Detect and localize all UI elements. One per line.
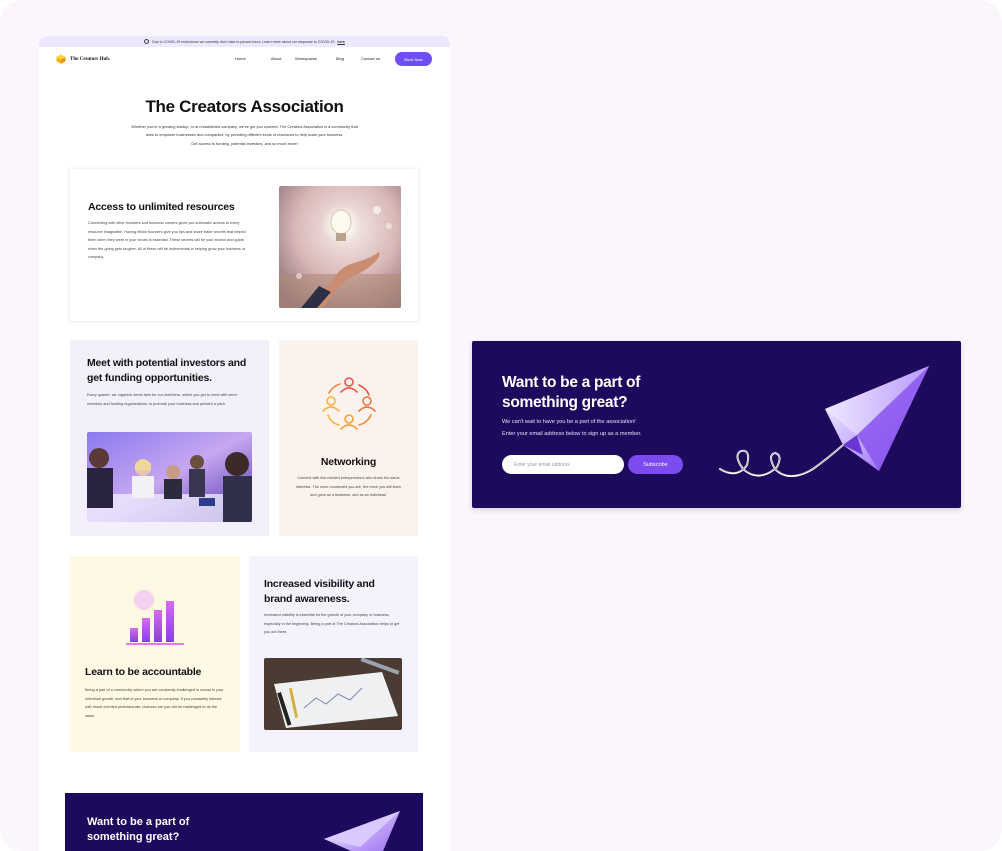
resources-card: Access to unlimited resources Connecting… — [70, 169, 418, 321]
hero-subtitle: Whether you're a growing startup, or an … — [99, 123, 390, 148]
visibility-title: Increased visibility and brand awareness… — [264, 578, 375, 605]
meeting-photo — [87, 432, 252, 522]
hero-title: The Creators Association — [145, 97, 344, 116]
nav-links: Home About Workspaces Blog Contact us — [235, 56, 395, 61]
resources-body: Connecting with other founders and busin… — [88, 221, 246, 260]
accountable-body: Being a part of a community where you ar… — [85, 688, 224, 718]
accountable-card: Learn to be accountable Being a part of … — [70, 556, 240, 752]
subscribe-button[interactable]: Subscribe — [628, 455, 683, 474]
cta-preview-title: Want to be a part of something great? — [87, 816, 190, 843]
networking-title: Networking — [320, 456, 377, 468]
nav-home[interactable]: Home — [235, 56, 271, 61]
brand-name: The Creators Hub. — [70, 56, 111, 62]
networking-body: Connect with like-minded entrepreneurs w… — [295, 476, 402, 498]
cube-logo-icon — [56, 54, 66, 64]
hero-line-1: Whether you're a growing startup, or an … — [131, 124, 358, 129]
hero-line-3: Get access to funding, potential investo… — [191, 140, 298, 146]
networking-card: Networking Connect with like-minded entr… — [279, 340, 418, 536]
paper-plane-icon — [719, 366, 929, 477]
nav-about[interactable]: About — [271, 56, 295, 61]
nav-contact[interactable]: Contact us — [361, 56, 395, 61]
cta-banner-preview: Want to be a part of something great? — [65, 793, 423, 851]
announcement-text: Due to COVID-19 restrictions we currentl… — [152, 39, 335, 44]
presentation-canvas: Due to COVID-19 restrictions we currentl… — [0, 0, 1002, 851]
accountable-title: Learn to be accountable — [85, 666, 202, 678]
nav-workspaces[interactable]: Workspaces — [295, 56, 336, 61]
info-icon — [144, 39, 150, 44]
desk-chart-photo — [264, 658, 402, 730]
nav-blog[interactable]: Blog — [336, 56, 361, 61]
cta-line-1: We can't wait to have you be a part of t… — [502, 419, 636, 425]
investors-card: Meet with potential investors and get fu… — [70, 340, 269, 536]
investors-body: Every quarter, we organize demo fairs fo… — [87, 393, 237, 406]
cta-description: We can't wait to have you be a part of t… — [502, 417, 722, 440]
visibility-card: Increased visibility and brand awareness… — [249, 556, 418, 752]
announcement-bar: Due to COVID-19 restrictions we currentl… — [39, 36, 450, 47]
people-network-icon — [322, 377, 376, 430]
bar-chart-icon — [126, 590, 184, 645]
cta-title: Want to be a part of something great? — [502, 374, 641, 411]
hero-line-2: aims to empower businesses and companies… — [145, 132, 344, 138]
investors-title: Meet with potential investors and get fu… — [87, 357, 247, 384]
brand-logo[interactable]: The Creators Hub. — [56, 54, 110, 64]
email-input[interactable] — [502, 455, 624, 474]
resources-title: Access to unlimited resources — [88, 201, 235, 213]
paper-plane-icon — [324, 811, 400, 851]
cta-banner: Want to be a part of something great? We… — [472, 341, 961, 508]
lightbulb-photo — [279, 186, 401, 308]
visibility-body: Increased visibility is essential for th… — [264, 613, 400, 635]
cta-line-2: Enter your email address below to sign u… — [502, 430, 642, 437]
book-now-button[interactable]: Book Now — [395, 52, 432, 66]
announcement-link[interactable]: here — [337, 40, 345, 44]
webpage-preview: Due to COVID-19 restrictions we currentl… — [39, 36, 450, 851]
navbar: The Creators Hub. Home About Workspaces … — [39, 52, 450, 66]
